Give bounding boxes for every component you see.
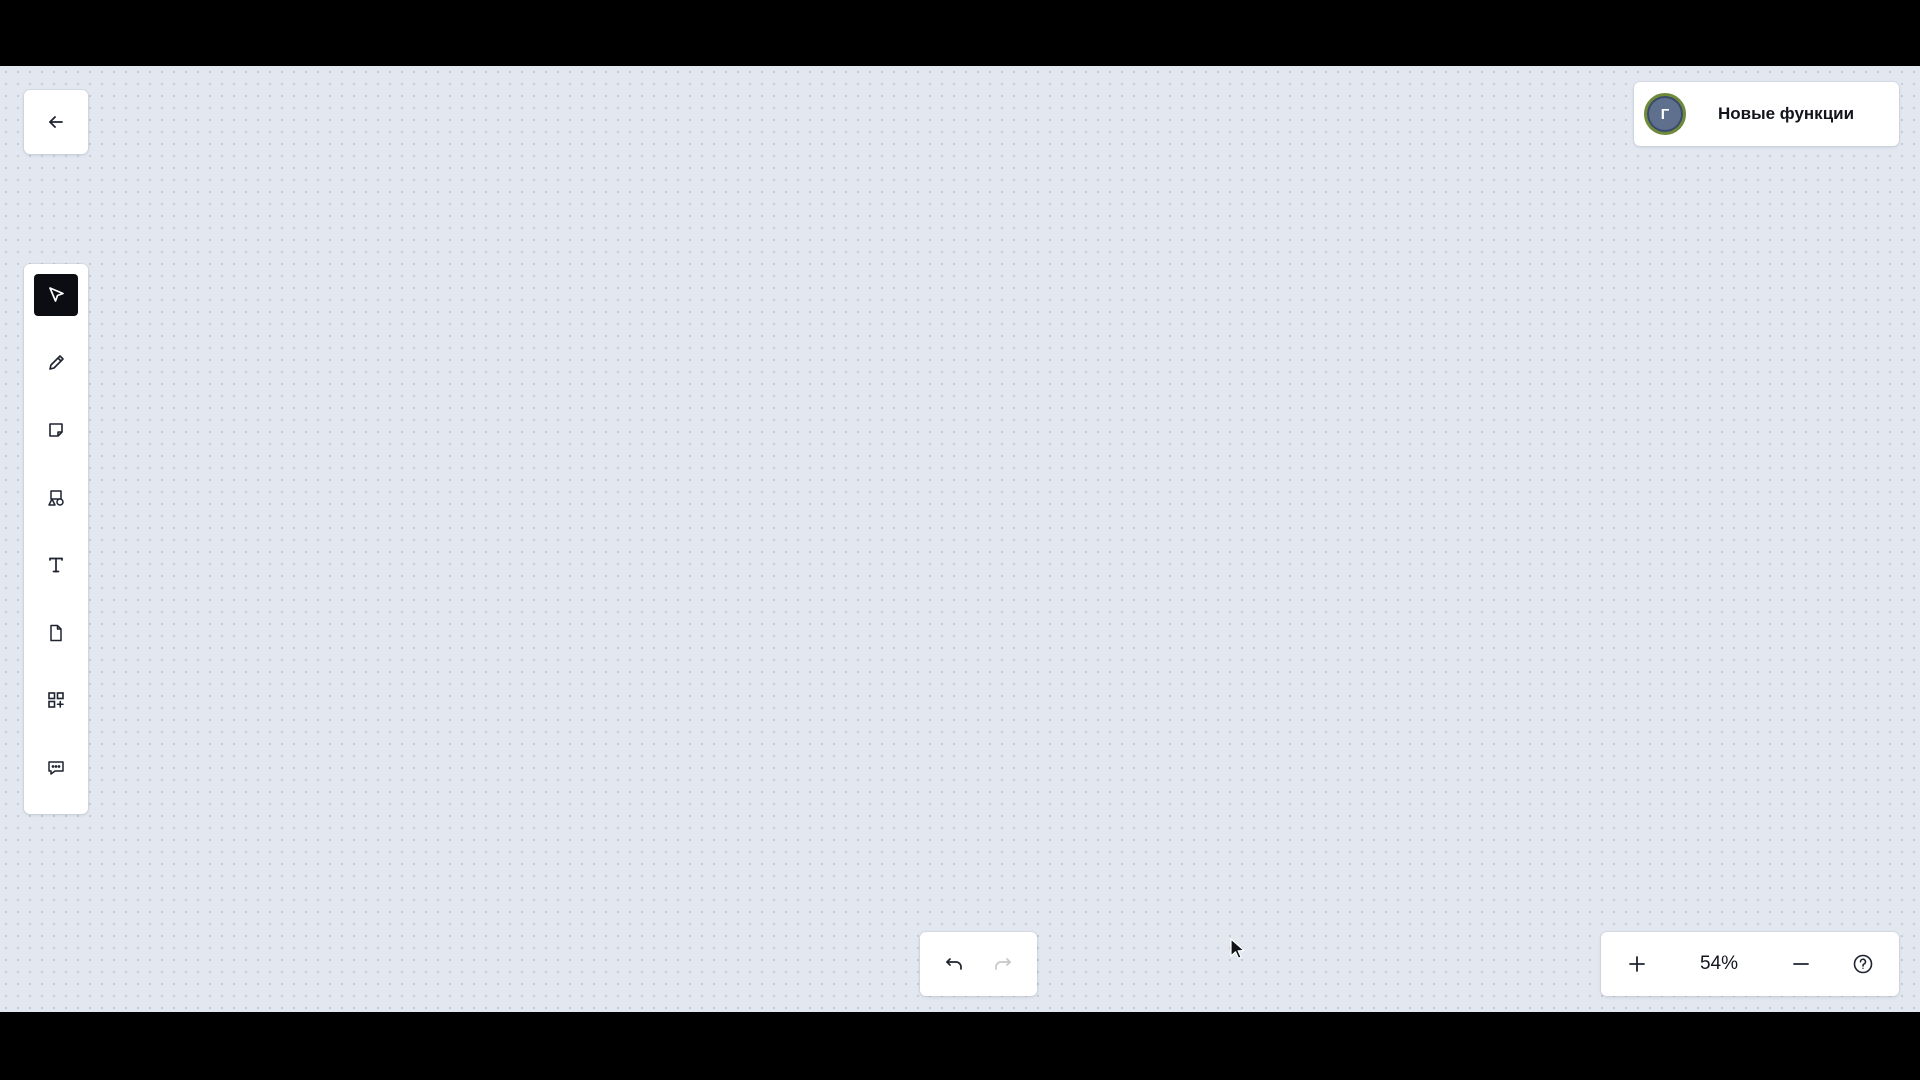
tool-shapes[interactable] (34, 477, 78, 519)
tool-pen[interactable] (34, 342, 78, 384)
cursor-arrow-icon (46, 285, 66, 305)
arrow-left-icon (47, 113, 65, 131)
tool-document[interactable] (34, 612, 78, 654)
tool-widgets[interactable] (34, 679, 78, 721)
tool-select[interactable] (34, 274, 78, 316)
zoom-level[interactable]: 54% (1679, 953, 1759, 975)
tool-text[interactable] (34, 544, 78, 586)
undo-button[interactable] (934, 944, 974, 984)
new-features-label: Новые функции (1718, 104, 1855, 123)
mouse-cursor-icon (1230, 938, 1246, 965)
sticky-note-icon (46, 420, 66, 440)
pencil-icon (46, 353, 66, 373)
redo-button[interactable] (983, 944, 1023, 984)
text-icon (46, 555, 66, 575)
redo-icon (993, 954, 1013, 974)
back-button[interactable] (24, 90, 88, 154)
zoom-in-button[interactable] (1617, 944, 1657, 984)
minus-icon (1792, 955, 1810, 973)
undo-icon (944, 954, 964, 974)
comment-icon (46, 758, 66, 778)
document-icon (46, 623, 66, 643)
tools-toolbar (24, 264, 88, 814)
plus-icon (1628, 955, 1646, 973)
history-controls (920, 932, 1037, 996)
tool-sticky-note[interactable] (34, 409, 78, 451)
zoom-controls: 54% (1601, 932, 1899, 996)
widgets-icon (46, 690, 66, 710)
shapes-icon (46, 488, 66, 508)
avatar-initial: Г (1660, 105, 1670, 123)
zoom-out-button[interactable] (1781, 944, 1821, 984)
tool-comment[interactable] (34, 747, 78, 789)
help-icon (1852, 953, 1874, 975)
help-button[interactable] (1843, 944, 1883, 984)
avatar[interactable]: Г (1644, 93, 1686, 135)
new-features-button[interactable]: Г Новые функции (1634, 82, 1899, 146)
whiteboard-canvas[interactable]: Г Новые функции 54% (0, 66, 1920, 1012)
